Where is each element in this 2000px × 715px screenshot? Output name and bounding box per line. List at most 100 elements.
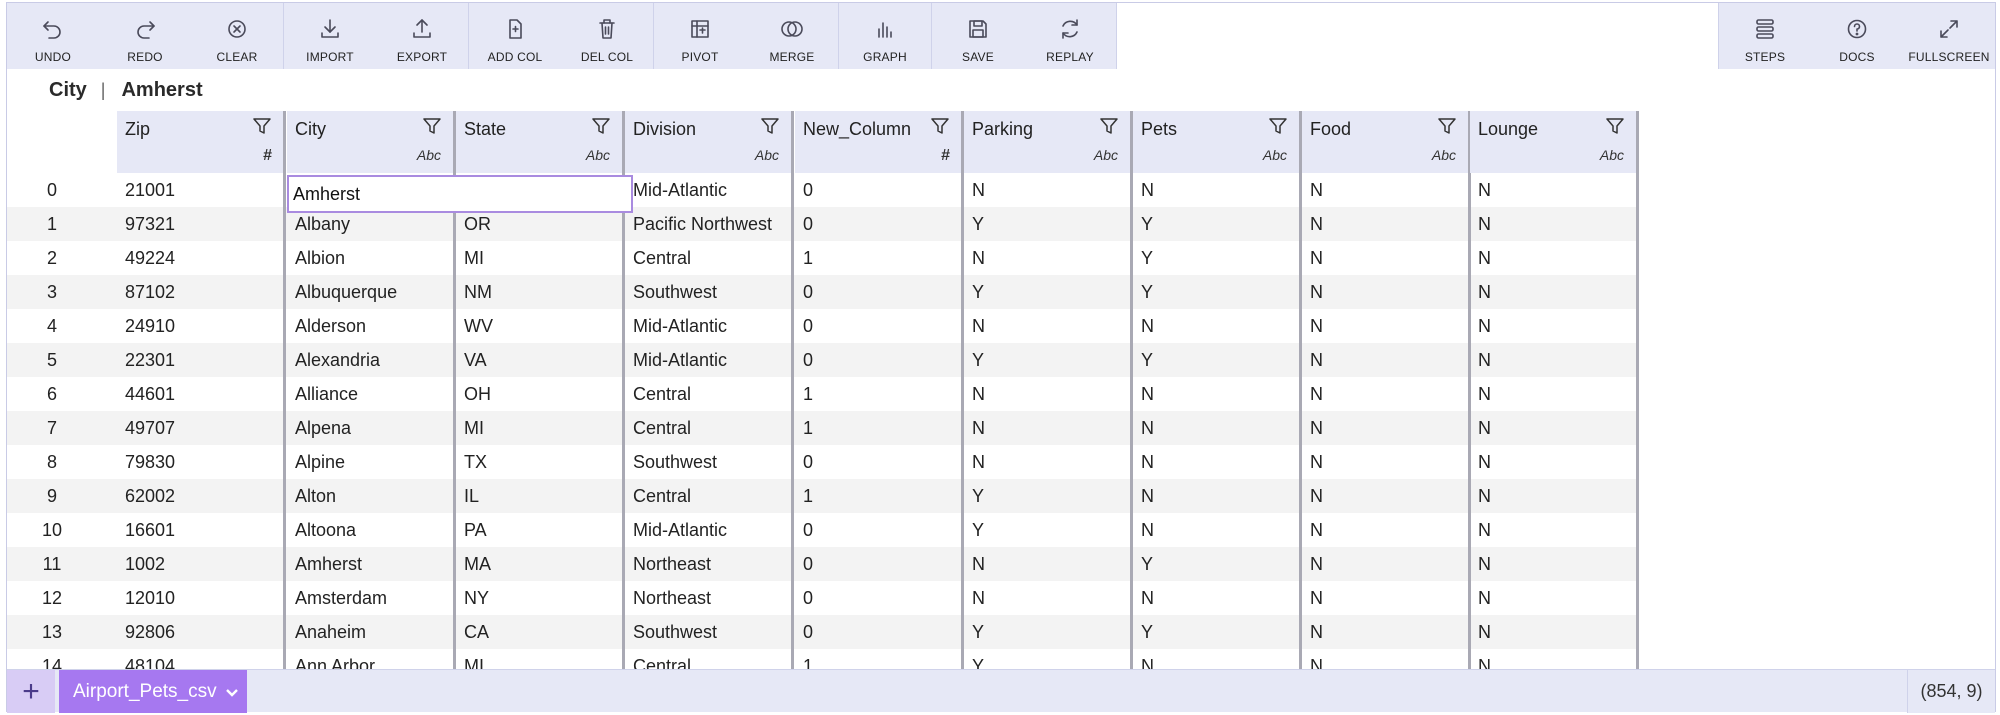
table-cell[interactable]: Mid-Atlantic [625,343,794,377]
table-cell[interactable]: 0 [795,445,964,479]
steps-button[interactable]: STEPS [1719,3,1811,69]
table-cell[interactable]: Northeast [625,581,794,615]
table-cell[interactable]: N [1133,581,1302,615]
table-cell[interactable]: 1 [795,411,964,445]
table-cell[interactable]: 16601 [117,513,286,547]
import-button[interactable]: IMPORT [284,3,376,69]
table-cell[interactable]: 1 [795,377,964,411]
table-cell[interactable]: N [964,377,1133,411]
table-cell[interactable]: TX [456,445,625,479]
column-header-division[interactable]: Division Abc [625,111,794,173]
table-cell[interactable]: N [1470,411,1639,445]
table-cell[interactable]: Central [625,479,794,513]
redo-button[interactable]: REDO [99,3,191,69]
table-cell[interactable]: N [1133,513,1302,547]
table-cell[interactable]: N [1470,207,1639,241]
table-cell[interactable]: Central [625,411,794,445]
table-cell[interactable]: Y [964,479,1133,513]
column-header-parking[interactable]: Parking Abc [964,111,1133,173]
table-cell[interactable]: 44601 [117,377,286,411]
fullscreen-button[interactable]: FULLSCREEN [1903,3,1995,69]
table-cell[interactable]: 0 [795,547,964,581]
table-cell[interactable]: Alliance [287,377,456,411]
table-cell[interactable]: CA [456,615,625,649]
column-header-food[interactable]: Food Abc [1302,111,1471,173]
table-cell[interactable]: Alexandria [287,343,456,377]
table-cell[interactable]: NM [456,275,625,309]
table-cell[interactable]: Anaheim [287,615,456,649]
del-col-button[interactable]: DEL COL [561,3,653,69]
table-cell[interactable]: Mid-Atlantic [625,309,794,343]
table-cell[interactable]: 0 [795,615,964,649]
filter-icon[interactable] [1436,115,1458,137]
cell-editor-input[interactable]: Amherst [287,175,633,213]
table-cell[interactable]: 12010 [117,581,286,615]
table-cell[interactable]: N [1470,615,1639,649]
table-cell[interactable]: 0 [795,207,964,241]
table-cell[interactable]: N [964,411,1133,445]
table-cell[interactable]: N [1470,241,1639,275]
docs-button[interactable]: DOCS [1811,3,1903,69]
table-cell[interactable]: N [964,445,1133,479]
table-cell[interactable]: Y [964,343,1133,377]
table-cell[interactable]: Alpine [287,445,456,479]
table-cell[interactable]: N [964,241,1133,275]
table-cell[interactable]: 0 [795,275,964,309]
table-cell[interactable]: Ann Arbor [287,649,456,669]
table-cell[interactable]: Central [625,241,794,275]
filter-icon[interactable] [251,115,273,137]
table-cell[interactable]: VA [456,343,625,377]
table-cell[interactable]: N [1302,547,1471,581]
filter-icon[interactable] [1604,115,1626,137]
table-cell[interactable]: 1 [795,241,964,275]
table-cell[interactable]: Mid-Atlantic [625,513,794,547]
table-cell[interactable]: MI [456,411,625,445]
table-cell[interactable]: MI [456,649,625,669]
filter-icon[interactable] [421,115,443,137]
filter-icon[interactable] [1098,115,1120,137]
table-cell[interactable]: Y [964,649,1133,669]
table-cell[interactable]: Y [1133,207,1302,241]
table-cell[interactable]: N [1470,547,1639,581]
table-cell[interactable]: 49224 [117,241,286,275]
table-cell[interactable]: 0 [795,581,964,615]
table-cell[interactable]: N [1133,445,1302,479]
filter-icon[interactable] [1267,115,1289,137]
table-cell[interactable]: N [1302,479,1471,513]
column-header-state[interactable]: State Abc [456,111,625,173]
table-cell[interactable]: 0 [795,513,964,547]
column-header-zip[interactable]: Zip # [117,111,286,173]
table-cell[interactable]: OH [456,377,625,411]
table-cell[interactable]: Pacific Northwest [625,207,794,241]
table-cell[interactable]: NY [456,581,625,615]
table-cell[interactable]: 92806 [117,615,286,649]
clear-button[interactable]: CLEAR [191,3,283,69]
graph-button[interactable]: GRAPH [839,3,931,69]
table-cell[interactable]: WV [456,309,625,343]
table-cell[interactable]: N [1302,615,1471,649]
table-cell[interactable]: 87102 [117,275,286,309]
table-cell[interactable]: Y [1133,615,1302,649]
table-cell[interactable]: N [1302,343,1471,377]
sheet-tab[interactable]: Airport_Pets_csv [59,670,247,713]
table-cell[interactable]: Amsterdam [287,581,456,615]
table-cell[interactable]: 24910 [117,309,286,343]
table-cell[interactable]: N [1302,207,1471,241]
table-cell[interactable]: 22301 [117,343,286,377]
table-cell[interactable]: 62002 [117,479,286,513]
table-cell[interactable]: Southwest [625,275,794,309]
table-cell[interactable]: N [1133,309,1302,343]
table-cell[interactable]: N [964,173,1133,207]
table-cell[interactable]: Y [964,615,1133,649]
table-cell[interactable]: 1 [795,479,964,513]
table-cell[interactable]: MI [456,241,625,275]
table-cell[interactable]: Mid-Atlantic [625,173,794,207]
table-cell[interactable]: N [1302,649,1471,669]
table-cell[interactable]: 21001 [117,173,286,207]
table-cell[interactable]: Y [964,275,1133,309]
table-cell[interactable]: N [1302,241,1471,275]
table-cell[interactable]: N [1470,513,1639,547]
table-cell[interactable]: Y [964,513,1133,547]
table-cell[interactable]: N [1302,309,1471,343]
table-cell[interactable]: 1002 [117,547,286,581]
